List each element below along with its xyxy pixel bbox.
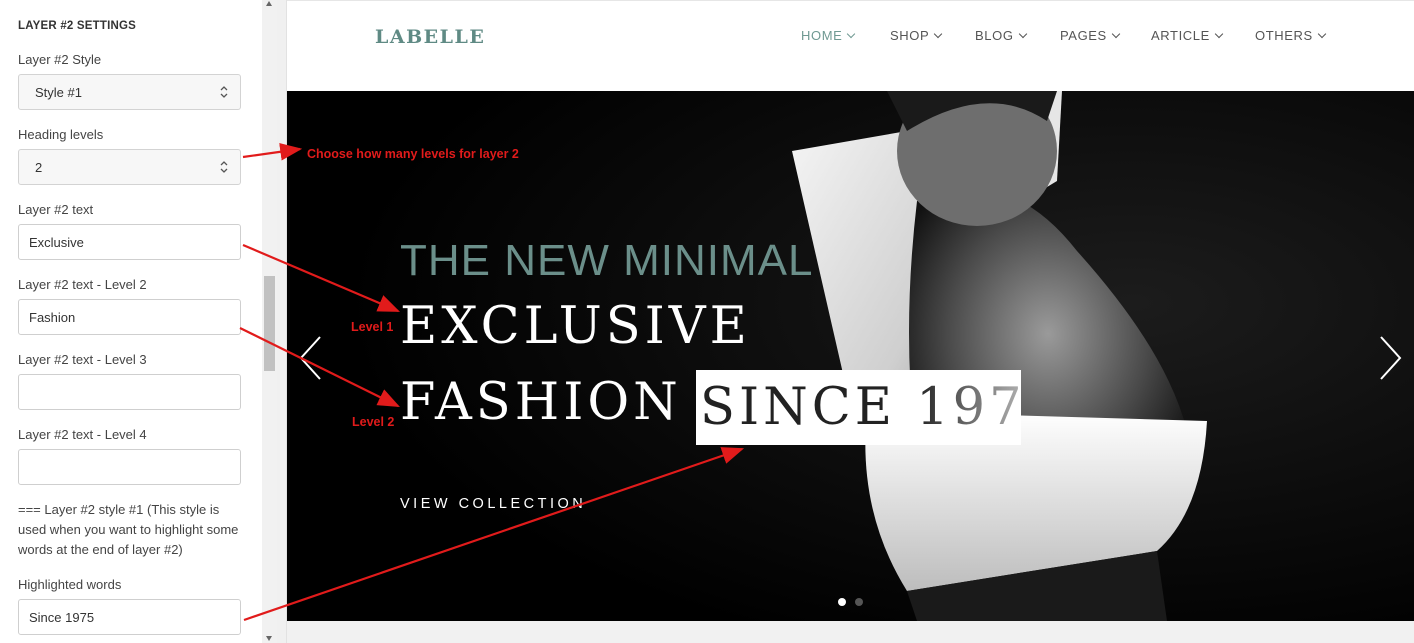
nav-item-others[interactable]: OTHERS [1255,28,1327,43]
hero-subheading: THE NEW MINIMAL [400,236,814,285]
highlight-word-a: SINCE [700,378,896,437]
annotation-levels-note: Choose how many levels for layer 2 [307,147,519,161]
nav-label: OTHERS [1255,28,1313,43]
hero-highlighted-words: SINCE 1975 [696,370,1021,445]
panel-heading: LAYER #2 SETTINGS [18,20,137,32]
nav-item-pages[interactable]: PAGES [1060,28,1121,43]
scroll-down-icon[interactable] [266,636,272,641]
hero-heading-level2: FASHION [400,373,682,432]
level3-input[interactable] [18,374,241,410]
highlighted-words-label: Highlighted words [18,577,122,592]
slider-dot[interactable] [855,598,863,606]
layer-style-value: Style #1 [35,84,82,100]
nav-item-blog[interactable]: BLOG [975,28,1027,43]
hero-image [287,91,1414,621]
layer-style-label: Layer #2 Style [18,52,102,67]
slider-prev-icon[interactable] [298,336,322,380]
panel-scrollbar[interactable] [262,0,277,643]
nav-item-article[interactable]: ARTICLE [1151,28,1224,43]
nav-label: PAGES [1060,28,1107,43]
site-logo[interactable]: LABELLE [375,26,485,48]
site-preview: LABELLE HOME SHOP BLOG PAGES ARTICLE OTH… [277,0,1414,643]
annotation-level1: Level 1 [351,320,394,334]
slider-dots [838,598,863,606]
chevron-down-icon [1214,29,1224,38]
heading-levels-select[interactable]: 2 [18,149,241,185]
nav-label: BLOG [975,28,1014,43]
layer-style-select[interactable]: Style #1 [18,74,241,110]
level2-value: Fashion [29,309,76,325]
level2-input[interactable]: Fashion [18,299,241,335]
chevron-down-icon [847,29,856,38]
chevron-down-icon [1018,29,1027,38]
level4-label: Layer #2 text - Level 4 [18,427,147,442]
view-collection-link[interactable]: VIEW COLLECTION [400,496,586,512]
nav-item-home[interactable]: HOME [801,28,856,43]
hero-slider: THE NEW MINIMAL EXCLUSIVE FASHION SINCE … [287,91,1414,621]
slider-dot[interactable] [838,598,846,606]
chevron-down-icon [1111,29,1121,38]
settings-panel: LAYER #2 SETTINGS Layer #2 Style Style #… [0,0,262,643]
layer-text-label: Layer #2 text [18,202,94,217]
highlighted-words-value: Since 1975 [29,609,95,625]
level3-label: Layer #2 text - Level 3 [18,352,147,367]
highlight-word-b: 1975 [916,378,1021,437]
site-header: LABELLE HOME SHOP BLOG PAGES ARTICLE OTH… [287,0,1414,91]
chevron-down-icon [1317,29,1327,38]
scroll-thumb[interactable] [264,276,275,371]
nav-label: HOME [801,28,843,43]
slider-next-icon[interactable] [1379,336,1403,380]
preview-bottom-strip [287,621,1414,643]
layer-text-value: Exclusive [29,234,84,250]
preview-frame: LABELLE HOME SHOP BLOG PAGES ARTICLE OTH… [286,0,1414,643]
select-arrows-icon [220,86,228,98]
annotation-level2: Level 2 [352,415,395,429]
level2-label: Layer #2 text - Level 2 [18,277,147,292]
highlighted-words-input[interactable]: Since 1975 [18,599,241,635]
scroll-up-icon[interactable] [266,1,272,6]
level4-input[interactable] [18,449,241,485]
heading-levels-value: 2 [35,159,43,175]
select-arrows-icon [220,161,228,173]
nav-label: SHOP [890,28,930,43]
hero-heading-level1: EXCLUSIVE [400,297,751,356]
heading-levels-label: Heading levels [18,127,104,142]
nav-item-shop[interactable]: SHOP [890,28,943,43]
layer-text-input[interactable]: Exclusive [18,224,241,260]
style-note: === Layer #2 style #1 (This style is use… [18,502,239,557]
chevron-down-icon [934,29,943,38]
nav-label: ARTICLE [1151,28,1210,43]
